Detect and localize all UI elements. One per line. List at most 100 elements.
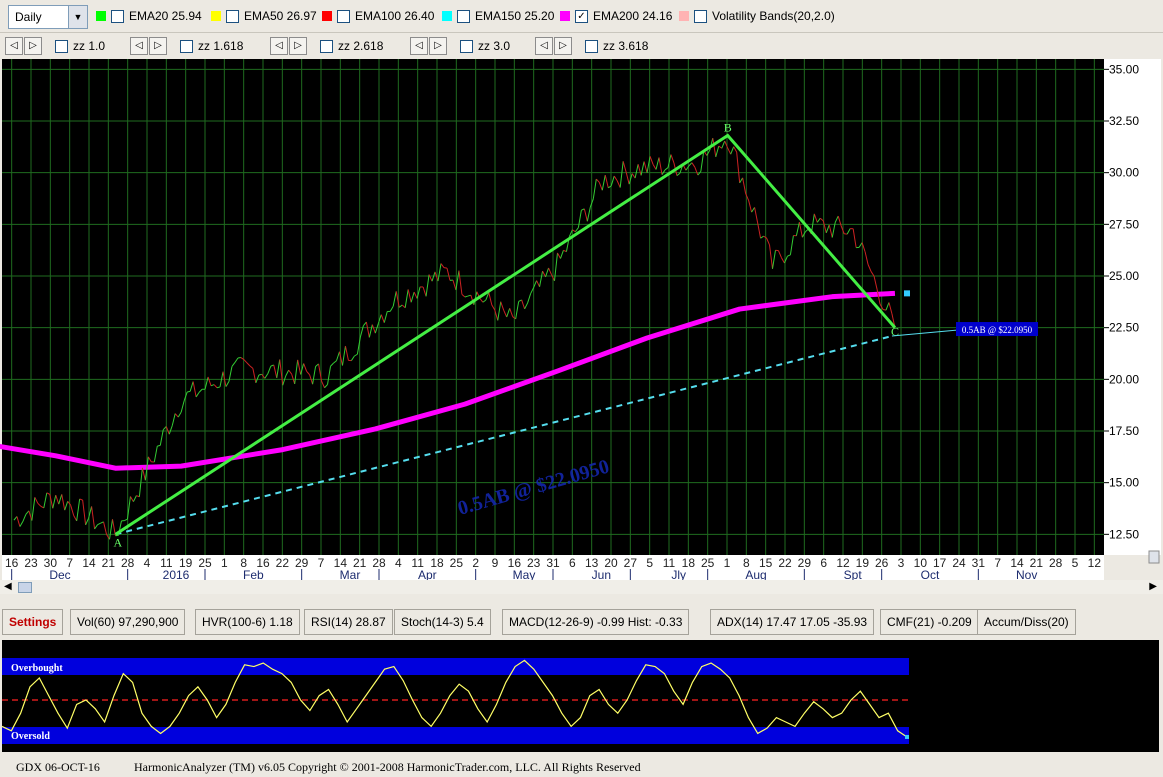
y-tick-label: 17.50 xyxy=(1109,424,1139,438)
indicator-ema50[interactable]: EMA50 26.97 xyxy=(211,8,317,24)
stat-accum-diss[interactable]: Accum/Diss(20) xyxy=(977,609,1076,635)
x-day-label: 1 xyxy=(221,556,228,570)
chevron-down-icon[interactable]: ▼ xyxy=(68,6,87,28)
price-segment xyxy=(882,309,887,311)
price-chart[interactable]: 0.5AB @ $22.0950 A B C 0.5AB @ $22.0950 35.0… xyxy=(0,57,1163,605)
ema100-label: EMA100 26.40 xyxy=(355,9,435,23)
chevron-left-icon[interactable]: ◁ xyxy=(5,37,23,55)
indicator-ema100[interactable]: EMA100 26.40 xyxy=(322,8,434,24)
ema200-checkbox[interactable]: ✓ xyxy=(575,9,588,23)
chevron-left-icon[interactable]: ◁ xyxy=(535,37,553,55)
x-day-label: 1 xyxy=(724,556,731,570)
indicator-ema20[interactable]: EMA20 25.94 xyxy=(96,8,202,24)
footer: GDX 06-OCT-16 HarmonicAnalyzer (TM) v6.0… xyxy=(0,758,1163,777)
stat-macd[interactable]: MACD(12-26-9) -0.99 Hist: -0.33 xyxy=(502,609,690,635)
ema150-checkbox[interactable] xyxy=(457,9,470,23)
ema200-label: EMA200 24.16 xyxy=(593,9,673,23)
ema100-checkbox[interactable] xyxy=(337,9,350,23)
x-day-label: 4 xyxy=(144,556,151,570)
zz-1-618-checkbox[interactable] xyxy=(180,39,193,53)
indicator-ema200[interactable]: ✓ EMA200 24.16 xyxy=(560,8,672,24)
price-segment xyxy=(157,444,161,447)
zz-3-618-checkbox[interactable] xyxy=(585,39,598,53)
x-month-label: Nov xyxy=(1016,568,1037,580)
zz-1-0-checkbox[interactable] xyxy=(55,39,68,53)
x-month-label: Feb xyxy=(243,568,264,580)
chevron-right-icon[interactable]: ▷ xyxy=(149,37,167,55)
x-month-label: Dec xyxy=(49,568,70,580)
overbought-band xyxy=(2,658,909,675)
zz-3-618-label: zz 3.618 xyxy=(603,39,649,53)
chevron-right-icon[interactable]: ▷ xyxy=(289,37,307,55)
zz-2-618-label: zz 2.618 xyxy=(338,39,384,53)
ema50-swatch xyxy=(211,11,221,21)
stat-adx[interactable]: ADX(14) 17.47 17.05 -35.93 xyxy=(710,609,875,635)
ema20-checkbox[interactable] xyxy=(111,9,124,23)
footer-copyright: HarmonicAnalyzer (TM) v6.05 Copyright © … xyxy=(134,760,641,774)
zoom-handle[interactable] xyxy=(1148,550,1160,564)
ema200-endpoint-marker xyxy=(904,290,910,297)
volatility-bands-checkbox[interactable] xyxy=(694,9,707,23)
price-segment xyxy=(187,390,191,393)
x-month-label: Oct xyxy=(921,568,940,580)
scroll-thumb[interactable] xyxy=(18,582,32,593)
y-tick-label: 20.00 xyxy=(1109,372,1139,386)
x-day-label: 7 xyxy=(318,556,325,570)
period-select[interactable]: Daily ▼ xyxy=(8,5,88,29)
chevron-left-icon[interactable]: ◁ xyxy=(270,37,288,55)
y-tick-label: 15.00 xyxy=(1109,476,1139,490)
scroll-left-icon[interactable]: ◀ xyxy=(4,581,12,592)
y-tick-label: 12.50 xyxy=(1109,527,1139,541)
chevron-right-icon[interactable]: ▷ xyxy=(24,37,42,55)
zigzag-1-618: ◁ ▷ zz 1.618 xyxy=(130,37,243,55)
horizontal-scrollbar[interactable]: ◀ ▶ xyxy=(0,580,1163,594)
x-month-label: Aug xyxy=(745,568,766,580)
stat-vol[interactable]: Vol(60) 97,290,900 xyxy=(70,609,186,635)
y-tick-label: 22.50 xyxy=(1109,321,1139,335)
chevron-right-icon[interactable]: ▷ xyxy=(554,37,572,55)
target-label: 0.5AB @ $22.0950 xyxy=(962,325,1033,335)
x-day-label: 31 xyxy=(972,556,986,570)
ema150-swatch xyxy=(442,11,452,21)
y-tick-label: 30.00 xyxy=(1109,166,1139,180)
x-day-label: 21 xyxy=(102,556,116,570)
indicator-ema150[interactable]: EMA150 25.20 xyxy=(442,8,554,24)
settings-button[interactable]: Settings xyxy=(2,609,64,635)
x-day-label: 28 xyxy=(372,556,386,570)
x-day-label: 4 xyxy=(395,556,402,570)
x-day-label: 22 xyxy=(778,556,792,570)
stat-stoch[interactable]: Stoch(14-3) 5.4 xyxy=(394,609,491,635)
indicator-statusbar: Settings Vol(60) 97,290,900 HVR(100-6) 1… xyxy=(0,606,1163,636)
y-tick-label: 27.50 xyxy=(1109,217,1139,231)
stat-hvr[interactable]: HVR(100-6) 1.18 xyxy=(195,609,300,635)
x-day-label: 27 xyxy=(624,556,638,570)
zz-1-618-label: zz 1.618 xyxy=(198,39,244,53)
footer-symbol: GDX 06-OCT-16 xyxy=(16,760,100,774)
zigzag-2-618: ◁ ▷ zz 2.618 xyxy=(270,37,383,55)
price-segment xyxy=(258,373,262,376)
chevron-left-icon[interactable]: ◁ xyxy=(410,37,428,55)
chevron-left-icon[interactable]: ◁ xyxy=(130,37,148,55)
zz-2-618-checkbox[interactable] xyxy=(320,39,333,53)
x-day-label: 2 xyxy=(472,556,479,570)
x-day-label: 5 xyxy=(646,556,653,570)
ema50-checkbox[interactable] xyxy=(226,9,239,23)
x-day-label: 7 xyxy=(994,556,1001,570)
stat-cmf[interactable]: CMF(21) -0.209 xyxy=(880,609,979,635)
ema50-label: EMA50 26.97 xyxy=(244,9,317,23)
scroll-right-icon[interactable]: ▶ xyxy=(1149,581,1157,592)
oscillator-panel: Overbought Oversold xyxy=(0,638,1163,754)
chevron-right-icon[interactable]: ▷ xyxy=(429,37,447,55)
x-day-label: 3 xyxy=(898,556,905,570)
x-day-label: 23 xyxy=(24,556,38,570)
x-day-label: 28 xyxy=(1049,556,1063,570)
period-value: Daily xyxy=(15,10,42,24)
zz-3-0-checkbox[interactable] xyxy=(460,39,473,53)
indicator-volatility-bands[interactable]: Volatility Bands(20,2.0) xyxy=(679,8,835,24)
oversold-band xyxy=(2,727,909,744)
pattern-point-label: A xyxy=(113,535,122,549)
x-day-label: 5 xyxy=(1072,556,1079,570)
pattern-point-label: B xyxy=(724,120,732,134)
indicator-toolbar: Daily ▼ EMA20 25.94 EMA50 26.97 EMA100 2… xyxy=(0,0,1163,33)
stat-rsi[interactable]: RSI(14) 28.87 xyxy=(304,609,393,635)
